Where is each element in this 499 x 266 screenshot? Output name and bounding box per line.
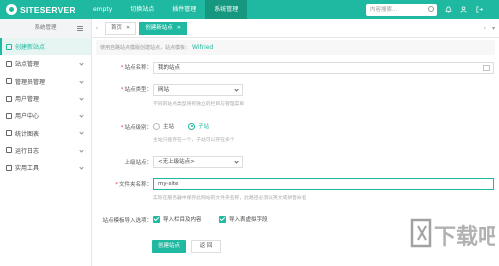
logout-icon[interactable] (476, 6, 483, 13)
tab-label: 创建新站点 (145, 24, 173, 31)
checkbox-import-fields[interactable]: 导入表虚拟字段 (219, 215, 268, 223)
chevron-down-icon[interactable]: ▾ (492, 25, 495, 32)
parent-site-label: 上级站点： (124, 160, 152, 166)
close-icon[interactable]: ✕ (177, 22, 181, 35)
sidebar-item-site-management[interactable]: 站点管理 (0, 55, 91, 72)
search-icon[interactable] (428, 6, 434, 12)
info-text: 使用自路站点模版创建站点，站点模板： (100, 45, 191, 51)
back-button[interactable]: 返 回 (191, 240, 221, 253)
sidebar-item-user-management[interactable]: 用户管理 (0, 90, 91, 107)
parent-site-select[interactable]: <无上级站点> (153, 156, 243, 168)
sidebar-item-label: 用户管理 (15, 96, 40, 104)
logo-text: SITESERVER (20, 4, 76, 15)
sidebar-item-label: 站点管理 (15, 61, 40, 69)
checkbox-import-channels[interactable]: 导入栏目及内容 (153, 215, 202, 223)
sidebar-item-label: 实用工具 (15, 165, 40, 173)
search-placeholder: 内容搜索... (370, 7, 398, 13)
sidebar-item-label: 运行日志 (15, 147, 40, 155)
parent-site-value: <无上级站点> (158, 159, 195, 165)
logo[interactable]: SITESERVER (0, 0, 84, 19)
dir-name-label: *文件夹名称： (115, 182, 152, 188)
top-bar: SITESERVER empty 切换站点 插件管理 系统管理 内容搜索... (0, 0, 499, 19)
top-nav: empty 切换站点 插件管理 系统管理 (84, 0, 248, 19)
bell-icon[interactable] (445, 6, 452, 13)
site-icon (6, 60, 12, 67)
chevron-left-icon[interactable]: ‹ (92, 19, 102, 38)
sidebar-item-statistics[interactable]: 统计图表 (0, 124, 91, 141)
nav-plugin-management[interactable]: 插件管理 (163, 0, 205, 19)
chevron-down-icon (79, 113, 84, 118)
site-name-field[interactable]: 我的站点 (153, 62, 494, 74)
sidebar-item-create-site[interactable]: 创建新站点 (0, 38, 91, 56)
create-site-form: 使用自路站点模版创建站点，站点模板： Wifried *站点名称： 我的站点 *站… (92, 38, 499, 266)
site-level-label: *站点级别： (120, 125, 152, 131)
users-icon (6, 95, 12, 102)
sidebar-item-logs[interactable]: 运行日志 (0, 142, 91, 159)
site-type-hint: 不同的站点类型将有独立的栏目与管理菜单 (153, 102, 245, 107)
chevron-down-icon (79, 61, 84, 66)
nav-empty[interactable]: empty (84, 0, 121, 19)
svg-text:下载吧: 下载吧 (434, 224, 495, 250)
dir-name-value: my-site (158, 181, 179, 187)
nav-system-management[interactable]: 系统管理 (205, 0, 248, 19)
menu-toggle-icon[interactable] (77, 26, 83, 27)
import-options-label: 站点模板导入选项： (102, 218, 152, 224)
site-type-label: *站点类型： (120, 87, 152, 93)
create-site-button[interactable]: 创建站点 (152, 240, 186, 253)
sidebar-item-admin-management[interactable]: 管理员管理 (0, 73, 91, 90)
radio-sub-site[interactable]: 子站 (188, 122, 209, 130)
logo-icon (6, 4, 17, 15)
chevron-down-icon (79, 78, 84, 84)
sidebar-title: 系统管理 (34, 25, 57, 31)
site-name-label: *站点名称： (120, 65, 152, 71)
info-bar: 使用自路站点模版创建站点，站点模板： Wifried (96, 40, 495, 55)
sidebar-item-label: 统计图表 (15, 130, 40, 138)
search-input[interactable]: 内容搜索... (366, 4, 437, 16)
tab-create-site[interactable]: 创建新站点 ✕ (139, 21, 187, 35)
tab-home[interactable]: 首页 ✕ (105, 21, 137, 35)
plus-icon (6, 43, 12, 50)
sidebar-header: 系统管理 (0, 19, 91, 38)
dir-name-hint: 实际在服务器中保存此网站的文件夹名称，此路径必须以英文或拼音命名 (153, 196, 307, 201)
sidebar-item-tools[interactable]: 实用工具 (0, 159, 91, 176)
radio-main-site[interactable]: 主站 (153, 122, 174, 130)
template-link[interactable]: Wifried (192, 44, 213, 51)
chevron-down-icon (234, 87, 239, 92)
sidebar-item-label: 创建新站点 (15, 44, 46, 52)
sidebar-item-user-center[interactable]: 用户中心 (0, 107, 91, 124)
site-type-select[interactable]: 网站 (153, 84, 243, 96)
tab-label: 首页 (111, 24, 123, 31)
sidebar-item-label: 管理员管理 (15, 78, 46, 86)
chevron-down-icon (79, 165, 84, 170)
chevron-down-icon (79, 148, 84, 153)
tools-icon (6, 164, 12, 171)
sidebar-item-label: 用户中心 (15, 113, 40, 121)
dir-name-field[interactable]: my-site (153, 178, 494, 190)
site-type-value: 网站 (158, 87, 170, 93)
chevron-right-icon[interactable]: › (484, 25, 486, 32)
chart-icon (6, 130, 12, 137)
chevron-down-icon (79, 96, 84, 101)
chevron-down-icon (234, 159, 239, 164)
admin-icon (6, 78, 12, 85)
tab-controls: › ▾ (484, 19, 495, 38)
checkbox-checked-icon (153, 215, 160, 223)
site-level-hint: 主站只能存在一个，子站可以存在多个 (153, 138, 235, 143)
close-icon[interactable]: ✕ (126, 22, 130, 35)
checkbox-checked-icon (219, 215, 226, 223)
sidebar: 系统管理 创建新站点 站点管理 管理员管理 用户管理 用户中心 统计图表 运行日… (0, 19, 92, 266)
site-name-value: 我的站点 (158, 65, 181, 71)
keyboard-icon (483, 65, 490, 71)
user-center-icon (6, 112, 12, 119)
log-icon (6, 147, 12, 154)
tab-bar: ‹ 首页 ✕ 创建新站点 ✕ › ▾ (92, 19, 499, 38)
chevron-down-icon (79, 130, 84, 136)
nav-switch-site[interactable]: 切换站点 (121, 0, 163, 19)
watermark-logo: 下载吧 (410, 218, 495, 250)
user-icon[interactable] (460, 6, 467, 13)
